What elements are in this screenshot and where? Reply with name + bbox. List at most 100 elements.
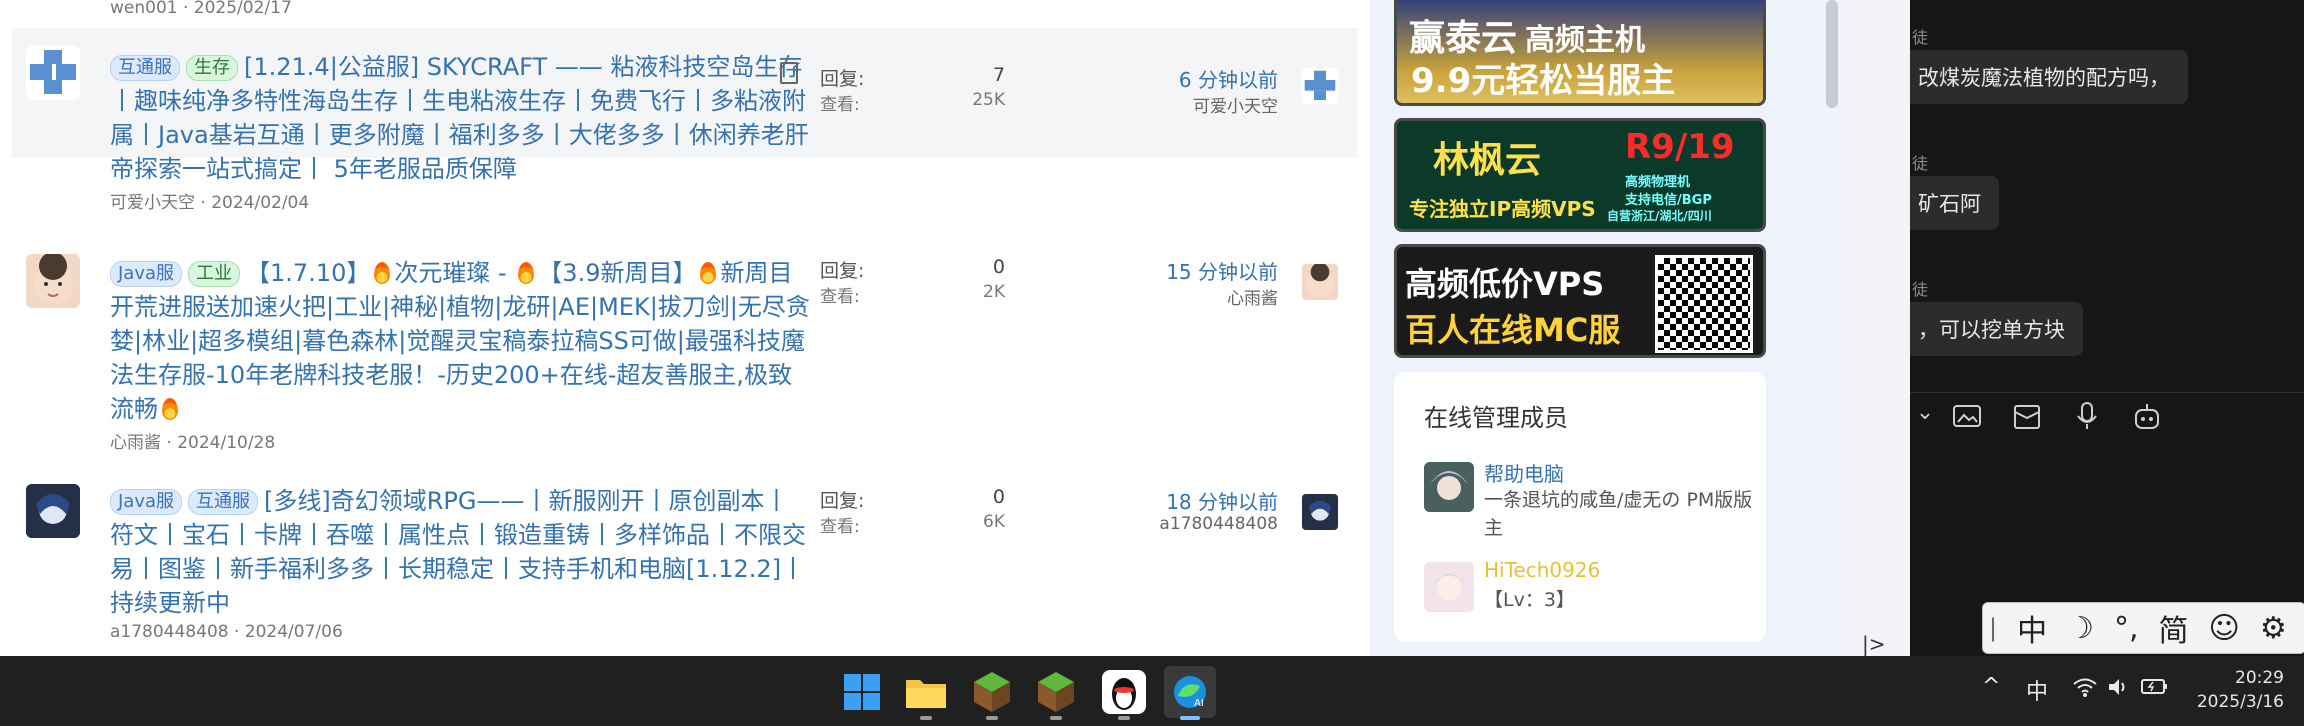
banner-text: 支持电信/BGP [1625,193,1712,208]
replies-count: 0 [992,256,1005,278]
admin-name[interactable]: 帮助电脑 [1484,458,1564,487]
emoji-icon[interactable]: ☺ [2209,611,2240,646]
minecraft-launcher-icon[interactable] [1030,666,1082,720]
last-post-avatar[interactable] [1302,494,1338,530]
admin-name[interactable]: HiTech0926 [1484,558,1600,582]
tag-badge[interactable]: 互通服 [188,489,259,515]
chat-sender-name: 徒 [1912,280,1929,299]
edge-browser-icon[interactable]: AI [1164,666,1216,720]
tag-badge[interactable]: 工业 [188,261,241,287]
avatar[interactable] [26,46,80,100]
last-post-user[interactable]: a1780448408 [1159,514,1278,534]
previous-thread-author: wen001 · 2025/02/17 [110,0,292,18]
admins-title: 在线管理成员 [1424,404,1568,432]
last-post: 15 分钟以前 心雨酱 [1166,256,1278,309]
ime-drag-handle[interactable]: | [1989,614,1997,642]
avatar[interactable] [26,254,80,308]
table-row[interactable]: Java服 互通服 [多线]奇幻领域RPG——丨新服刚开丨原创副本丨符文丨宝石丨卡牌… [12,466,1358,656]
thread-title[interactable]: Java服 工业 【1.7.10】 次元璀璨 - 【3.9新周目】 新周目开荒进服送加速… [110,256,810,426]
robot-icon[interactable] [2130,400,2164,434]
banner-text: 自营浙江/湖北/四川 [1607,209,1712,223]
avatar[interactable] [1424,562,1474,612]
thread-title-part[interactable]: 【3.9新周目】 [538,259,696,287]
scrollbar-track[interactable] [1840,0,1910,656]
thread-title[interactable]: Java服 互通服 [多线]奇幻领域RPG——丨新服刚开丨原创副本丨符文丨宝石丨卡牌… [110,484,810,620]
input-language-indicator[interactable]: 中 [2026,674,2048,706]
browser-window: wen001 · 2025/02/17 互通服 生存 [1.21.4|公益服] SK… [0,0,1910,656]
screenshot-icon[interactable] [1950,400,1984,434]
chat-bubble[interactable]: ，可以挖单方块 [1910,302,2083,356]
system-clock[interactable]: 20:29 2025/3/16 [2197,666,2284,714]
banner-text: 专注独立IP高频VPS [1409,197,1596,221]
chat-sender-name: 徒 [1912,154,1929,173]
last-post-time[interactable]: 18 分钟以前 [1159,486,1278,514]
tag-badge[interactable]: Java服 [110,261,183,287]
thread-title[interactable]: 互通服 生存 [1.21.4|公益服] SKYCRAFT —— 粘液科技空岛生存丨趣… [110,50,810,186]
thread-body: 互通服 生存 [1.21.4|公益服] SKYCRAFT —— 粘液科技空岛生存丨趣… [110,50,810,213]
qq-icon[interactable] [1098,666,1150,720]
svg-text:AI: AI [1194,698,1204,709]
wifi-icon[interactable] [2072,676,2098,704]
chat-bubble[interactable]: 矿石阿 [1910,176,1999,230]
banner-text: 高频物理机 [1625,175,1691,190]
volume-icon[interactable] [2106,676,2128,704]
clock-date: 2025/3/16 [2196,692,2284,712]
minecraft-launcher-icon[interactable] [966,666,1018,720]
battery-icon[interactable] [2140,676,2168,702]
ad-banner[interactable]: 高频低价VPS 百人在线MC服 [1394,244,1766,358]
replies-label: 回复: [820,260,865,282]
forum-sidebar: 赢泰云 高频主机 9.9元轻松当服主 林枫云 R9/19 专注独立IP高频VPS… [1370,0,1840,656]
punctuation-toggle[interactable]: °, [2114,611,2139,646]
admin-description: 【Lv：3】 [1484,589,1575,611]
banner-text: R9/19 [1625,127,1735,167]
ime-toolbar[interactable]: | 中 ☽ °, 简 ☺ ⚙ [1982,602,2304,654]
banner-text: 高频低价VPS [1405,265,1605,303]
document-icon [780,62,798,84]
banner-text: 林枫云 [1433,140,1542,181]
online-admins-panel: 在线管理成员 帮助电脑 一条退坑的咸鱼/虚无の PM版版主 HiTech0926… [1394,372,1766,642]
chat-sender-name: 徒 [1912,28,1929,47]
moon-icon[interactable]: ☽ [2067,611,2094,646]
thread-title-part[interactable]: 次元璀璨 - [394,259,514,287]
collapse-panel-icon[interactable]: |> [1862,632,1886,656]
avatar[interactable] [26,484,80,538]
views-count: 2K [983,282,1005,302]
last-post: 18 分钟以前 a1780448408 [1159,486,1278,534]
thread-stats: 回复: 0 查看: 2K [820,256,1005,308]
table-row[interactable]: Java服 工业 【1.7.10】 次元璀璨 - 【3.9新周目】 新周目开荒进服送加速… [12,236,1358,462]
tag-badge[interactable]: 互通服 [110,55,180,81]
chevron-up-icon[interactable]: ^ [1982,674,2000,699]
last-post-time[interactable]: 15 分钟以前 [1166,256,1278,284]
tag-badge[interactable]: Java服 [110,489,183,515]
clock-time: 20:29 [2235,668,2284,688]
file-explorer-icon[interactable] [900,666,952,720]
folder-icon[interactable] [2010,400,2044,434]
microphone-icon[interactable] [2070,400,2104,434]
views-count: 6K [983,512,1005,532]
replies-label: 回复: [820,490,865,512]
gear-icon[interactable]: ⚙ [2260,611,2287,646]
chat-divider [1910,392,2304,393]
scrollbar-thumb[interactable] [1826,0,1838,108]
ad-banner[interactable]: 赢泰云 高频主机 9.9元轻松当服主 [1394,0,1766,106]
fire-icon [700,262,717,284]
start-button[interactable] [836,666,888,718]
last-post-user[interactable]: 心雨酱 [1166,284,1278,309]
ime-language-toggle[interactable]: 中 [2017,606,2047,650]
last-post-time[interactable]: 6 分钟以前 [1179,64,1278,92]
last-post-user[interactable]: 可爱小天空 [1179,92,1278,117]
ad-banner[interactable]: 林枫云 R9/19 专注独立IP高频VPS 高频物理机 支持电信/BGP 自营浙… [1394,118,1766,232]
admin-description: 一条退坑的咸鱼/虚无の PM版版主 [1484,489,1753,539]
chat-bubble[interactable]: 改煤炭魔法植物的配方吗， [1910,50,2188,104]
simplified-toggle[interactable]: 简 [2159,606,2189,650]
last-post-avatar[interactable] [1302,68,1338,104]
forum-thread-list: wen001 · 2025/02/17 互通服 生存 [1.21.4|公益服] SK… [0,0,1370,656]
chevron-down-icon[interactable]: ⌄ [1910,400,1942,434]
table-row[interactable]: 互通服 生存 [1.21.4|公益服] SKYCRAFT —— 粘液科技空岛生存丨趣… [12,28,1358,213]
tag-badge[interactable]: 生存 [186,55,238,81]
last-post-avatar[interactable] [1302,264,1338,300]
fire-icon [374,262,391,284]
thread-body: Java服 互通服 [多线]奇幻领域RPG——丨新服刚开丨原创副本丨符文丨宝石丨卡牌… [110,484,810,642]
thread-title-part[interactable]: 【1.7.10】 [246,259,370,287]
avatar[interactable] [1424,462,1474,512]
